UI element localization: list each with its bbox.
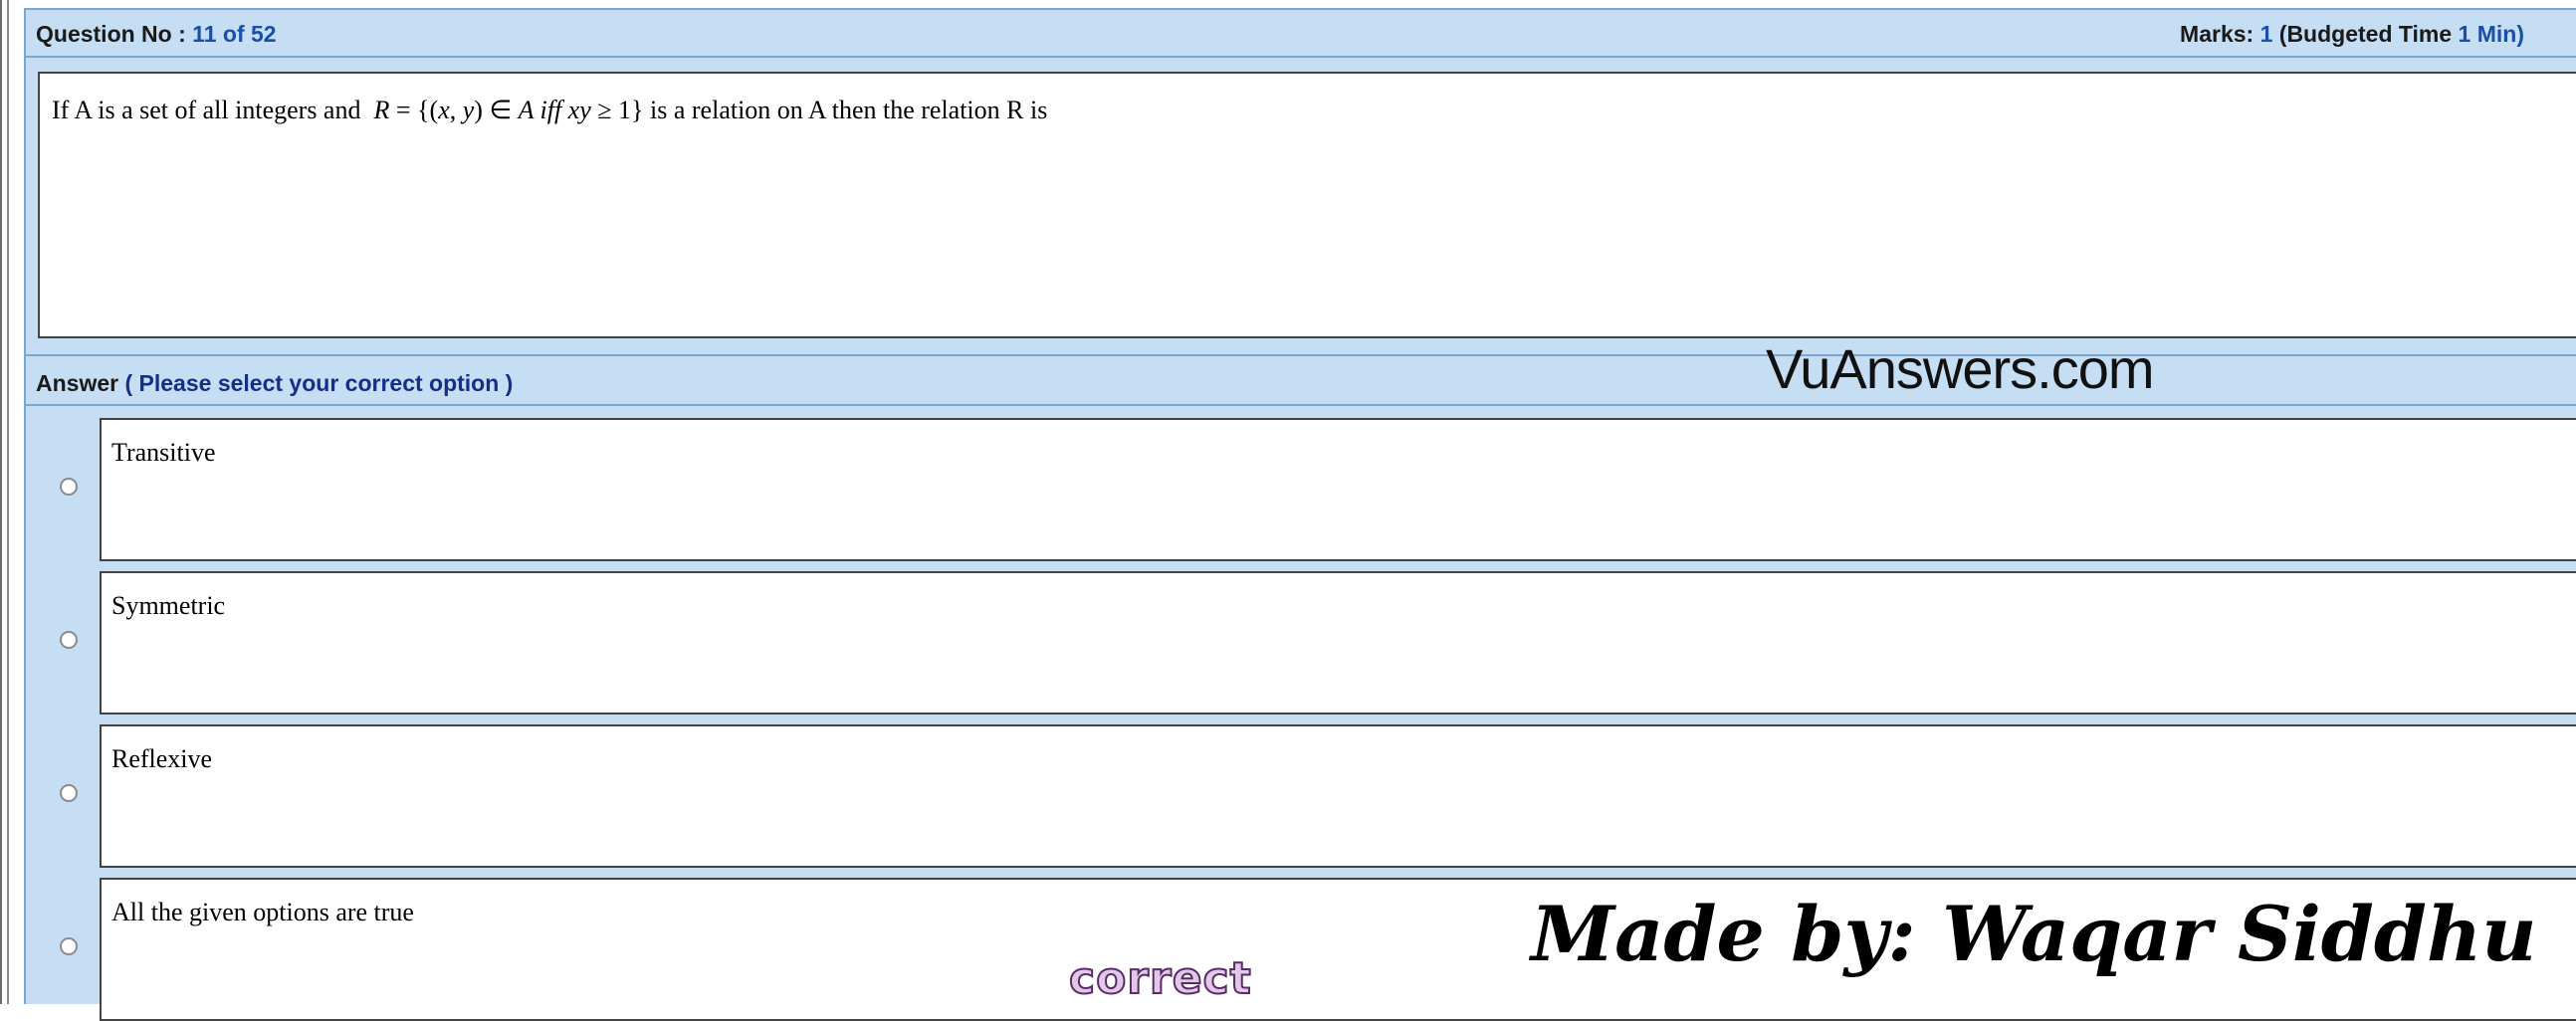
option-label: Transitive xyxy=(111,438,216,467)
question-header-bar: Question No : 11 of 52 Marks: 1 (Budgete… xyxy=(24,8,2576,58)
option-radio-2[interactable] xyxy=(60,631,78,649)
window-left-inner-border xyxy=(7,0,9,1004)
question-text: If A is a set of all integers and R = {(… xyxy=(52,96,1048,124)
option-box[interactable]: Transitive xyxy=(100,418,2576,561)
option-row: Transitive xyxy=(26,406,2576,561)
option-radio-4[interactable] xyxy=(60,937,78,955)
made-by-watermark: Made by: Waqar Siddhu xyxy=(1531,890,2537,978)
option-label: All the given options are true xyxy=(111,898,414,926)
option-box[interactable]: Symmetric xyxy=(100,571,2576,715)
marks-value: 1 xyxy=(2259,21,2273,47)
option-row: Symmetric xyxy=(26,559,2576,715)
option-radio-3[interactable] xyxy=(60,784,78,802)
question-panel: If A is a set of all integers and R = {(… xyxy=(24,58,2576,354)
option-row: Reflexive xyxy=(26,713,2576,868)
option-radio-1[interactable] xyxy=(60,478,78,496)
quiz-window: Question No : 11 of 52 Marks: 1 (Budgete… xyxy=(0,0,2576,1021)
option-label: Symmetric xyxy=(111,591,226,620)
window-left-border xyxy=(0,0,2,1004)
answer-label: Answer ( Please select your correct opti… xyxy=(36,370,514,396)
question-number-label: Question No : 11 of 52 xyxy=(36,21,277,47)
budget-time-value: 1 xyxy=(2458,21,2471,47)
marks-label: Marks: 1 (Budgeted Time 1 Min) xyxy=(2180,21,2524,47)
question-text-box: If A is a set of all integers and R = {(… xyxy=(38,72,2576,338)
site-watermark: VuAnswers.com xyxy=(1766,337,2154,400)
question-number: 11 xyxy=(192,21,217,47)
option-label: Reflexive xyxy=(111,744,213,773)
option-box[interactable]: Reflexive xyxy=(100,724,2576,868)
answer-hint: ( Please select your correct option ) xyxy=(124,370,514,396)
answer-header-bar: Answer ( Please select your correct opti… xyxy=(24,354,2576,406)
total-questions: 52 xyxy=(251,21,277,47)
correct-marker: correct xyxy=(1068,952,1252,1005)
